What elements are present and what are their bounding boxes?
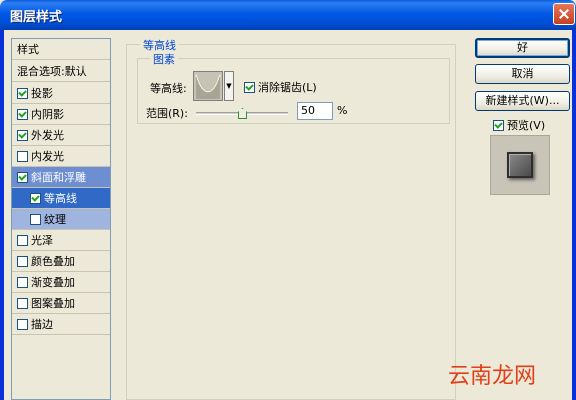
style-item-contour[interactable]: 等高线 xyxy=(12,188,110,209)
cancel-button[interactable]: 取消 xyxy=(475,64,570,84)
preview-checkbox[interactable] xyxy=(493,119,504,131)
style-item-outer-glow[interactable]: 外发光 xyxy=(12,125,110,146)
window-frame-right xyxy=(572,30,576,400)
style-item-inner-glow[interactable]: 内发光 xyxy=(12,146,110,167)
style-item-pattern-overlay[interactable]: 图案叠加 xyxy=(12,293,110,314)
range-input[interactable]: 50 xyxy=(297,102,333,120)
style-item-satin[interactable]: 光泽 xyxy=(12,230,110,251)
contour-checkbox[interactable] xyxy=(30,192,41,204)
contour-label: 等高线: xyxy=(150,82,187,95)
anti-alias-label: 消除锯齿(L) xyxy=(258,81,317,94)
style-list-header: 样式 xyxy=(12,39,110,60)
elements-group-title: 图素 xyxy=(150,51,178,67)
window-title: 图层样式 xyxy=(10,10,63,25)
stroke-checkbox[interactable] xyxy=(17,318,28,330)
close-icon[interactable] xyxy=(553,3,575,25)
color-overlay-checkbox[interactable] xyxy=(17,255,28,267)
style-item-stroke[interactable]: 描边 xyxy=(12,314,110,335)
new-style-button[interactable]: 新建样式(W)... xyxy=(475,91,570,111)
style-item-drop-shadow[interactable]: 投影 xyxy=(12,83,110,104)
window-frame-left xyxy=(0,30,4,400)
inner-shadow-checkbox[interactable] xyxy=(17,108,28,120)
preview-option[interactable]: 预览(V) xyxy=(493,117,545,133)
anti-alias-checkbox[interactable] xyxy=(244,81,255,93)
range-label: 范围(R): xyxy=(146,107,188,120)
pattern-overlay-checkbox[interactable] xyxy=(17,297,28,309)
style-item-gradient-overlay[interactable]: 渐变叠加 xyxy=(12,272,110,293)
contour-preview-icon[interactable] xyxy=(193,71,223,101)
style-item-inner-shadow[interactable]: 内阴影 xyxy=(12,104,110,125)
bevel-emboss-checkbox[interactable] xyxy=(17,171,28,183)
inner-glow-checkbox[interactable] xyxy=(17,150,28,162)
chevron-down-icon[interactable]: ▼ xyxy=(224,71,234,101)
blend-options-item[interactable]: 混合选项:默认 xyxy=(12,61,110,82)
anti-alias-option[interactable]: 消除锯齿(L) xyxy=(244,79,317,95)
style-item-bevel-emboss[interactable]: 斜面和浮雕 xyxy=(12,167,110,188)
title-bar: 图层样式 xyxy=(0,0,576,30)
style-preview-swatch xyxy=(507,152,533,178)
watermark: 云南龙网 xyxy=(448,364,537,389)
preview-label: 预览(V) xyxy=(507,119,546,132)
drop-shadow-checkbox[interactable] xyxy=(17,87,28,99)
gradient-overlay-checkbox[interactable] xyxy=(17,276,28,288)
ok-button[interactable]: 好 xyxy=(475,38,570,58)
texture-checkbox[interactable] xyxy=(30,213,41,225)
satin-checkbox[interactable] xyxy=(17,234,28,246)
style-item-texture[interactable]: 纹理 xyxy=(12,209,110,230)
range-unit: % xyxy=(337,104,348,117)
outer-glow-checkbox[interactable] xyxy=(17,129,28,141)
style-list: 样式 混合选项:默认 投影 内阴影 外发光 内发光 斜面和浮雕 等高线 纹理 光… xyxy=(11,38,111,400)
style-item-color-overlay[interactable]: 颜色叠加 xyxy=(12,251,110,272)
